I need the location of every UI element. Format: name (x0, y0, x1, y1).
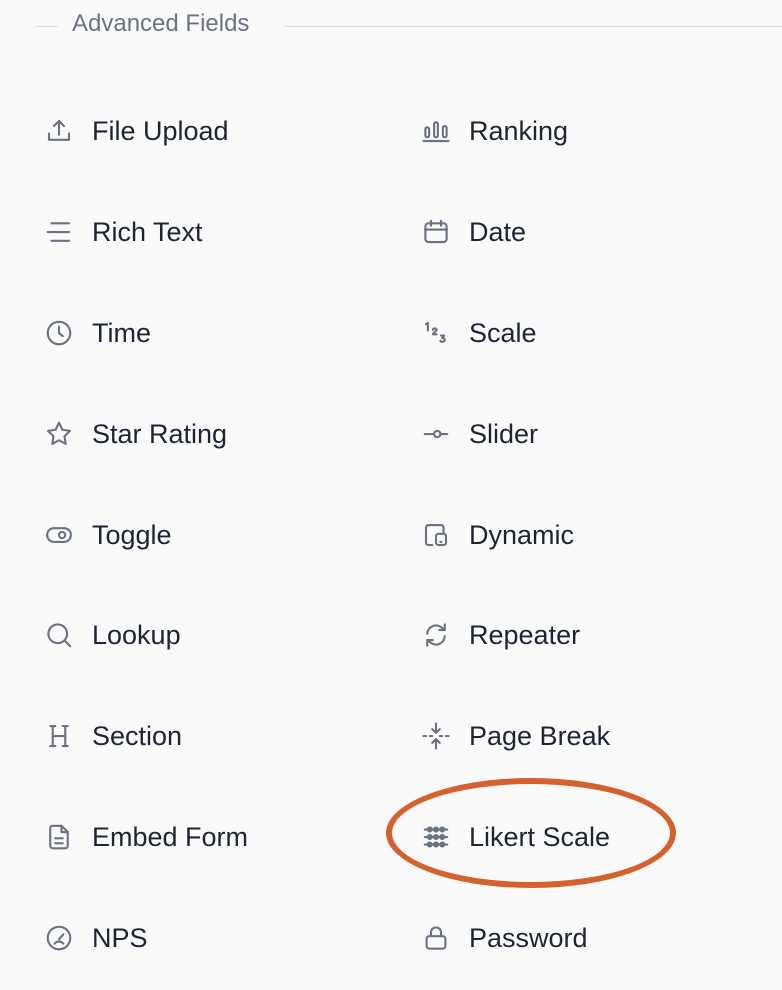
field-label: Star Rating (92, 418, 228, 449)
toggle-icon (42, 518, 76, 552)
field-date[interactable]: Date (419, 202, 759, 262)
field-label: Password (469, 922, 588, 953)
rich-text-icon (42, 215, 76, 249)
field-label: Likert Scale (469, 821, 611, 852)
field-ranking[interactable]: Ranking (419, 101, 759, 161)
star-icon (42, 417, 76, 451)
field-star-rating[interactable]: Star Rating (42, 404, 382, 464)
field-label: Lookup (92, 619, 181, 650)
section-title: Advanced Fields (72, 10, 250, 37)
field-section[interactable]: Section (42, 706, 382, 766)
section-header: Advanced Fields (0, 0, 782, 50)
ranking-icon (419, 114, 453, 148)
dynamic-icon (419, 518, 453, 552)
field-label: Time (92, 317, 151, 348)
field-label: Ranking (469, 115, 569, 146)
field-time[interactable]: Time (42, 303, 382, 363)
document-icon (42, 820, 76, 854)
calendar-icon (419, 215, 453, 249)
field-label: Dynamic (469, 519, 575, 550)
field-label: Section (92, 720, 183, 751)
divider-left (35, 26, 58, 27)
field-label: NPS (92, 922, 148, 953)
field-dynamic[interactable]: Dynamic (419, 505, 759, 565)
search-icon (42, 618, 76, 652)
field-label: Toggle (92, 519, 172, 550)
field-toggle[interactable]: Toggle (42, 505, 382, 565)
field-label: Rich Text (92, 216, 203, 247)
field-label: Slider (469, 418, 539, 449)
field-label: Embed Form (92, 821, 249, 852)
divider-right (285, 26, 782, 27)
clock-icon (42, 316, 76, 350)
repeat-icon (419, 618, 453, 652)
field-label: File Upload (92, 115, 229, 146)
field-slider[interactable]: Slider (419, 404, 759, 464)
field-password[interactable]: Password (419, 908, 759, 968)
field-label: Scale (469, 317, 537, 348)
field-label: Date (469, 216, 527, 247)
field-embed-form[interactable]: Embed Form (42, 807, 382, 867)
slider-icon (419, 417, 453, 451)
page-break-icon (419, 719, 453, 753)
field-nps[interactable]: NPS (42, 908, 382, 968)
lock-icon (419, 921, 453, 955)
scale-icon (419, 316, 453, 350)
upload-icon (42, 114, 76, 148)
heading-icon (42, 719, 76, 753)
field-lookup[interactable]: Lookup (42, 605, 382, 665)
field-label: Page Break (469, 720, 611, 751)
field-repeater[interactable]: Repeater (419, 605, 759, 665)
gauge-icon (42, 921, 76, 955)
field-rich-text[interactable]: Rich Text (42, 202, 382, 262)
field-scale[interactable]: Scale (419, 303, 759, 363)
likert-icon (419, 820, 453, 854)
field-file-upload[interactable]: File Upload (42, 101, 382, 161)
field-page-break[interactable]: Page Break (419, 706, 759, 766)
field-label: Repeater (469, 619, 581, 650)
field-likert-scale[interactable]: Likert Scale (419, 807, 759, 867)
